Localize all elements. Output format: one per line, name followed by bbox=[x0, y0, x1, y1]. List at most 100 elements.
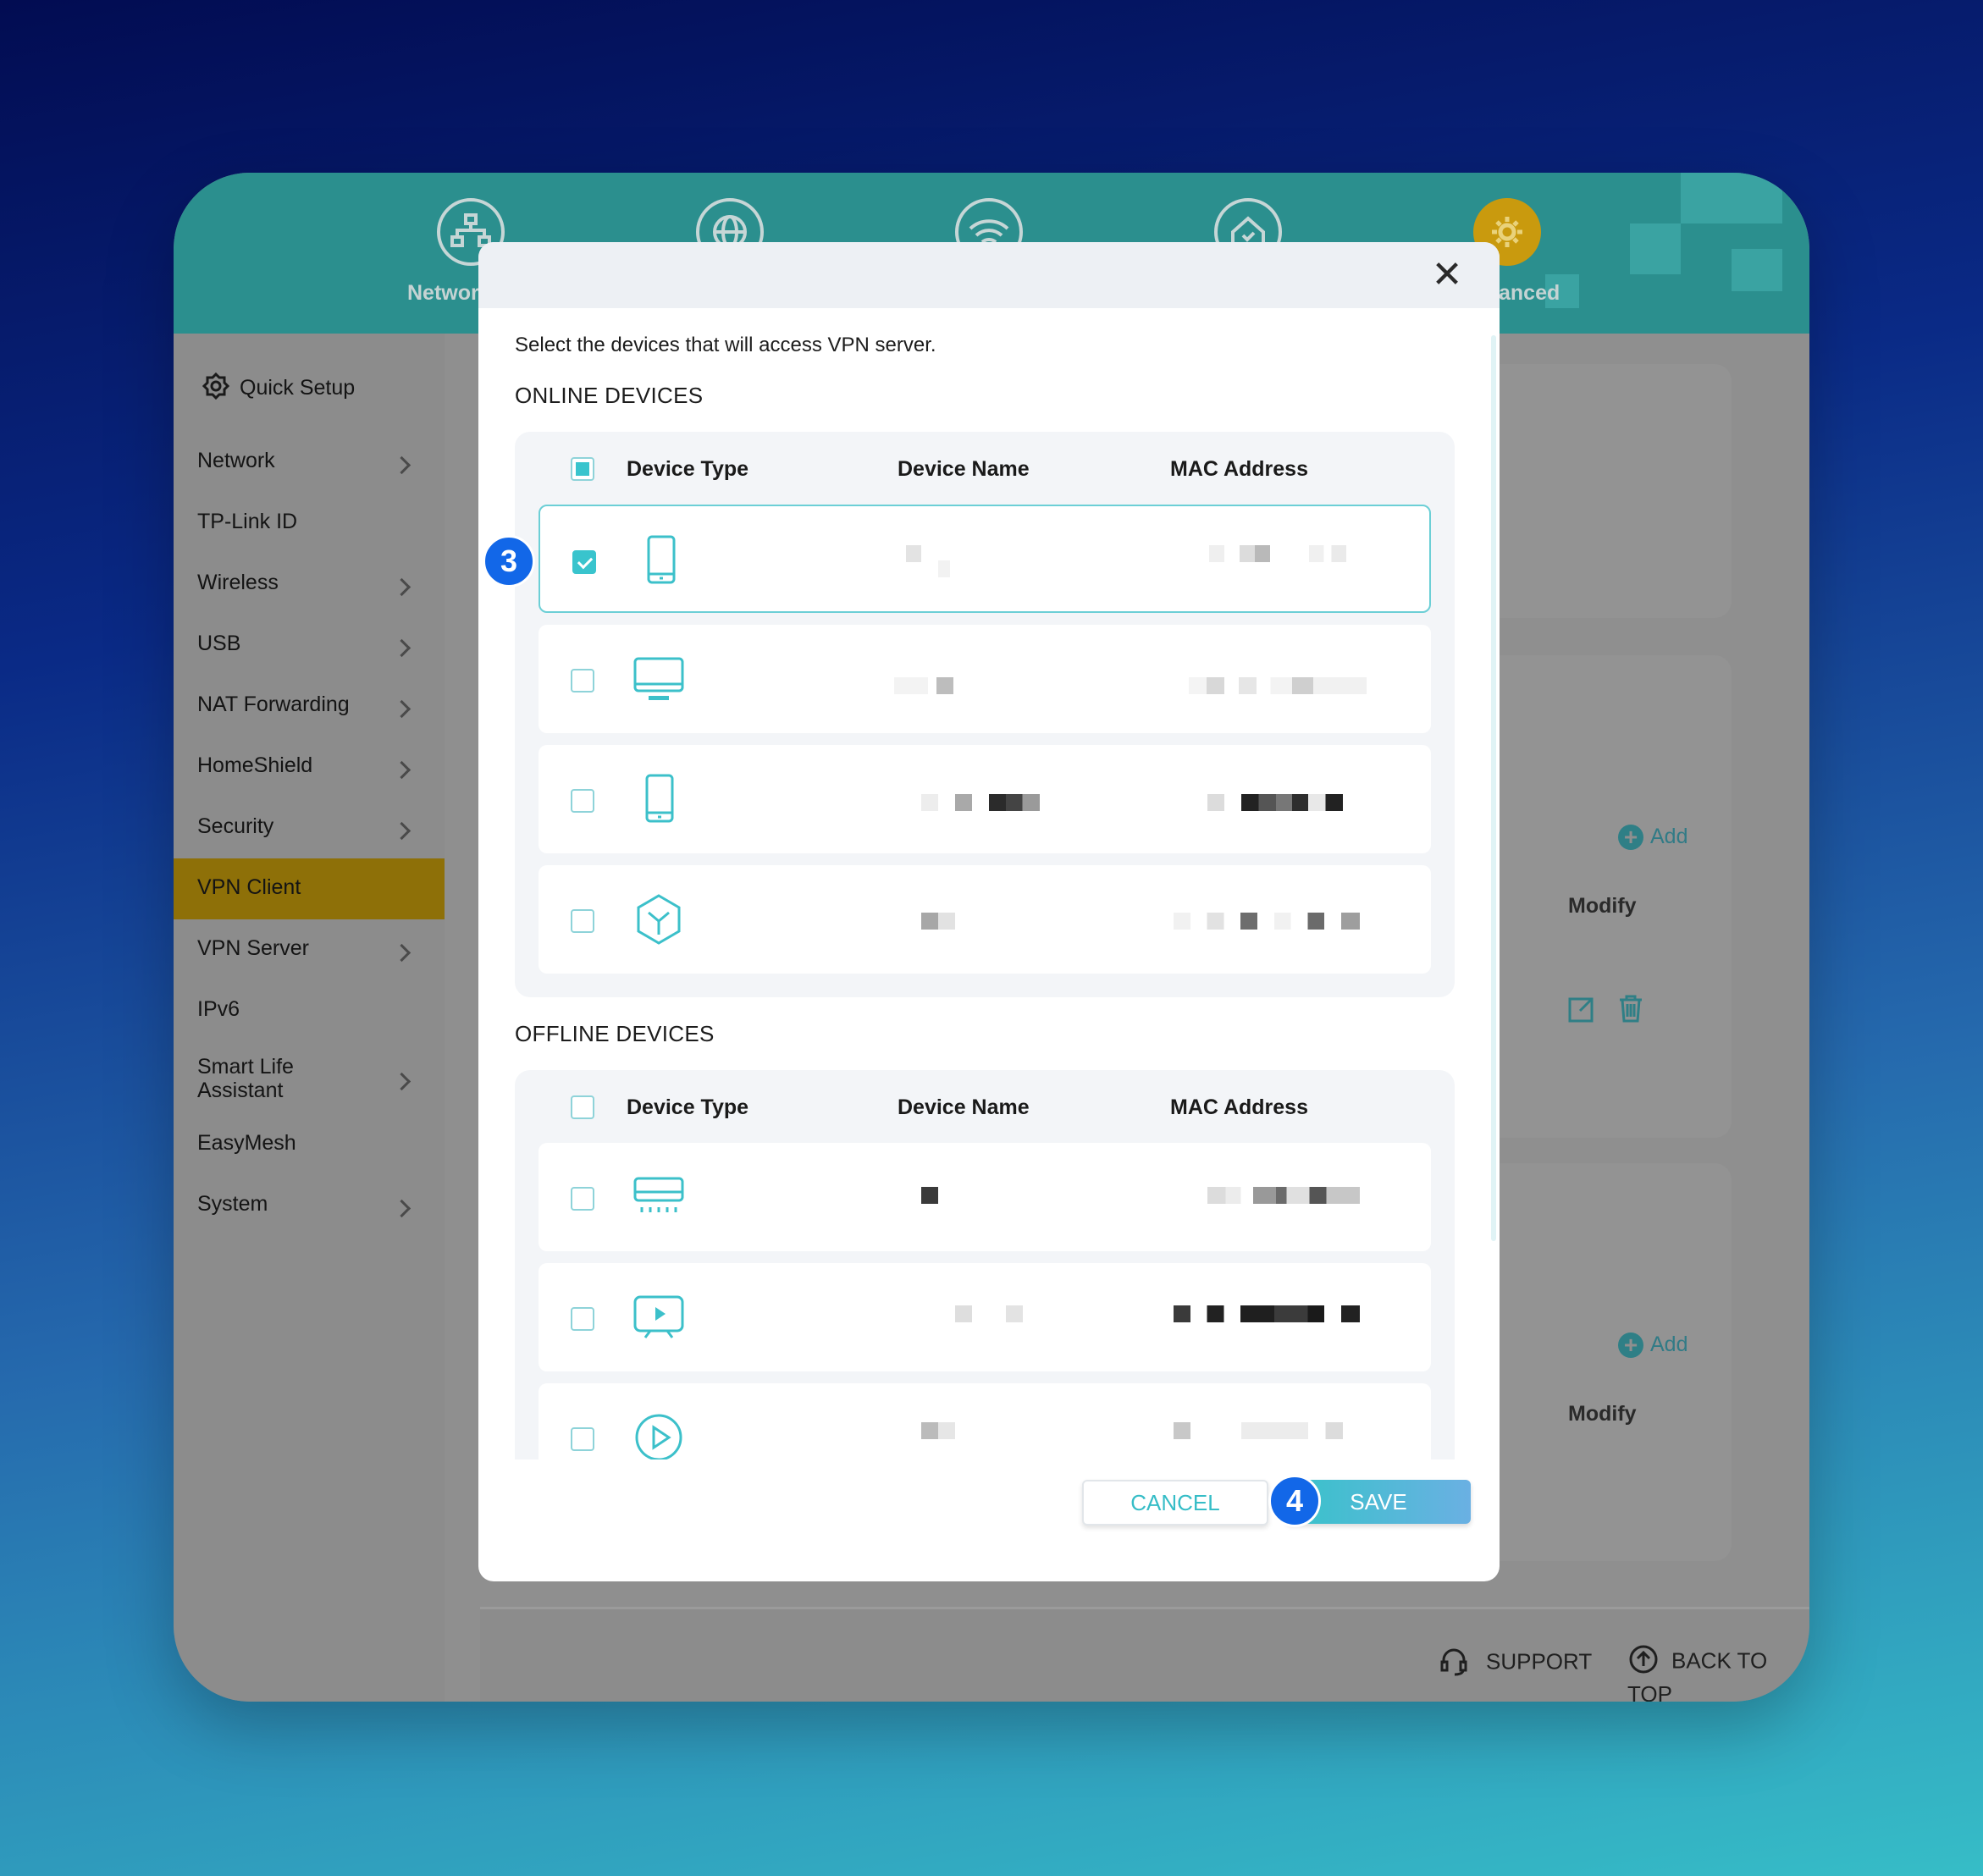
chevron-right-icon bbox=[392, 760, 412, 780]
blurred-device-name bbox=[921, 1187, 938, 1204]
blurred-device-name bbox=[955, 794, 972, 811]
cancel-button[interactable]: CANCEL bbox=[1082, 1480, 1268, 1526]
offline-devices-title: OFFLINE DEVICES bbox=[515, 1021, 715, 1046]
sidebar-item-network[interactable]: Network bbox=[197, 449, 275, 473]
device-checkbox[interactable] bbox=[571, 669, 594, 692]
blurred-mac-address bbox=[1207, 1187, 1360, 1204]
column-header-device-type: Device Type bbox=[627, 457, 749, 481]
dialog-header: ✕ bbox=[478, 242, 1500, 308]
column-header-mac-address: MAC Address bbox=[1170, 1095, 1308, 1119]
delete-icon[interactable] bbox=[1615, 992, 1647, 1029]
blurred-mac-address bbox=[1209, 545, 1285, 562]
table-row[interactable] bbox=[539, 1143, 1431, 1251]
blurred-device-name bbox=[921, 913, 955, 930]
nav-tab-advanced-label[interactable]: anced bbox=[1499, 281, 1560, 306]
chevron-right-icon bbox=[392, 455, 412, 475]
monitor-icon bbox=[633, 657, 684, 700]
sidebar-item-system[interactable]: System bbox=[197, 1192, 268, 1217]
sidebar-item-vpn-client[interactable]: VPN Client bbox=[197, 875, 301, 900]
table-row[interactable] bbox=[539, 505, 1431, 613]
phone-icon bbox=[645, 774, 674, 823]
table-header-modify: Modify bbox=[1568, 894, 1637, 918]
add-button[interactable]: + Add bbox=[1618, 825, 1687, 851]
offline-devices-table: Device Type Device Name MAC Address bbox=[515, 1070, 1455, 1459]
blurred-mac-address bbox=[1174, 1305, 1360, 1322]
blurred-device-name bbox=[989, 794, 1040, 811]
sidebar-item-homeshield[interactable]: HomeShield bbox=[197, 753, 312, 778]
blurred-device-name bbox=[894, 677, 928, 694]
chevron-right-icon bbox=[392, 821, 412, 841]
select-all-offline-checkbox[interactable] bbox=[571, 1095, 594, 1119]
add-label: Add bbox=[1650, 1333, 1688, 1356]
table-header-modify: Modify bbox=[1568, 1402, 1637, 1426]
sidebar-item-wireless[interactable]: Wireless bbox=[197, 571, 279, 595]
blurred-mac-address bbox=[1241, 1422, 1343, 1439]
device-checkbox[interactable] bbox=[571, 909, 594, 933]
column-header-mac-address: MAC Address bbox=[1170, 457, 1308, 481]
device-checkbox[interactable] bbox=[572, 550, 596, 574]
sidebar-item-vpn-server[interactable]: VPN Server bbox=[197, 936, 309, 961]
sidebar-item-easymesh[interactable]: EasyMesh bbox=[197, 1131, 296, 1156]
table-row[interactable] bbox=[539, 1263, 1431, 1371]
blurred-mac-address bbox=[1189, 677, 1367, 694]
blurred-mac-address bbox=[1309, 545, 1346, 562]
blurred-device-name bbox=[921, 1422, 955, 1439]
sidebar-item-label: Assistant bbox=[197, 1079, 284, 1102]
arrow-up-circle-icon bbox=[1627, 1643, 1660, 1681]
support-label: SUPPORT bbox=[1486, 1648, 1593, 1675]
sidebar-item-ipv6[interactable]: IPv6 bbox=[197, 997, 240, 1022]
plus-icon: + bbox=[1618, 825, 1643, 851]
select-devices-dialog: ✕ Select the devices that will access VP… bbox=[478, 242, 1500, 1581]
blurred-device-name bbox=[936, 677, 953, 694]
sidebar-item-quick-setup[interactable]: Quick Setup bbox=[201, 371, 355, 407]
online-devices-title: ONLINE DEVICES bbox=[515, 383, 704, 408]
chevron-right-icon bbox=[392, 638, 412, 658]
sidebar-item-label: Quick Setup bbox=[240, 376, 356, 400]
air-conditioner-icon bbox=[633, 1177, 684, 1212]
dialog-scrollbar[interactable] bbox=[1491, 335, 1496, 1241]
device-checkbox[interactable] bbox=[571, 789, 594, 813]
sidebar-item-tp-link-id[interactable]: TP-Link ID bbox=[197, 510, 297, 534]
blurred-mac-address bbox=[1241, 794, 1343, 811]
select-all-online-checkbox[interactable] bbox=[571, 457, 594, 481]
step-badge-4: 4 bbox=[1268, 1475, 1321, 1527]
headset-icon bbox=[1437, 1643, 1471, 1683]
dialog-instructions: Select the devices that will access VPN … bbox=[515, 334, 936, 356]
sidebar-item-usb[interactable]: USB bbox=[197, 632, 240, 656]
table-row[interactable] bbox=[539, 625, 1431, 733]
column-header-device-name: Device Name bbox=[898, 1095, 1030, 1119]
support-link[interactable]: SUPPORT bbox=[1437, 1643, 1592, 1683]
blurred-mac-address bbox=[1207, 794, 1224, 811]
table-row[interactable] bbox=[539, 745, 1431, 853]
device-checkbox[interactable] bbox=[571, 1187, 594, 1211]
nav-tab-network-label[interactable]: Networ bbox=[407, 281, 479, 306]
table-row[interactable] bbox=[539, 865, 1431, 974]
step-badge-3: 3 bbox=[483, 535, 535, 588]
blurred-device-name bbox=[1006, 1305, 1023, 1322]
add-button[interactable]: + Add bbox=[1618, 1333, 1688, 1359]
gear-icon bbox=[201, 371, 231, 407]
plus-icon: + bbox=[1618, 1333, 1643, 1359]
sidebar-item-nat-forwarding[interactable]: NAT Forwarding bbox=[197, 692, 350, 717]
back-to-top-link[interactable]: BACK TO TOP bbox=[1627, 1643, 1809, 1702]
play-icon bbox=[635, 1414, 682, 1459]
sidebar-item-label: Smart Life bbox=[197, 1055, 294, 1079]
close-icon[interactable]: ✕ bbox=[1430, 257, 1464, 294]
chevron-right-icon bbox=[392, 1072, 412, 1091]
blurred-mac-address bbox=[1174, 913, 1360, 930]
chevron-right-icon bbox=[392, 577, 412, 597]
device-checkbox[interactable] bbox=[571, 1427, 594, 1451]
phone-icon bbox=[647, 535, 676, 584]
sidebar-item-smart-life-assistant[interactable]: Smart Life Assistant bbox=[197, 1055, 294, 1102]
blurred-device-name bbox=[921, 794, 938, 811]
chevron-right-icon bbox=[392, 1199, 412, 1218]
edit-icon[interactable] bbox=[1566, 992, 1599, 1029]
blurred-mac-address bbox=[1174, 1422, 1190, 1439]
device-checkbox[interactable] bbox=[571, 1307, 594, 1331]
chevron-right-icon bbox=[392, 699, 412, 719]
blurred-device-name bbox=[938, 560, 950, 577]
online-devices-table: Device Type Device Name MAC Address bbox=[515, 432, 1455, 997]
sidebar-item-security[interactable]: Security bbox=[197, 814, 273, 839]
sidebar: Quick Setup Network TP-Link ID Wireless … bbox=[174, 334, 445, 1702]
table-row[interactable] bbox=[539, 1383, 1431, 1459]
